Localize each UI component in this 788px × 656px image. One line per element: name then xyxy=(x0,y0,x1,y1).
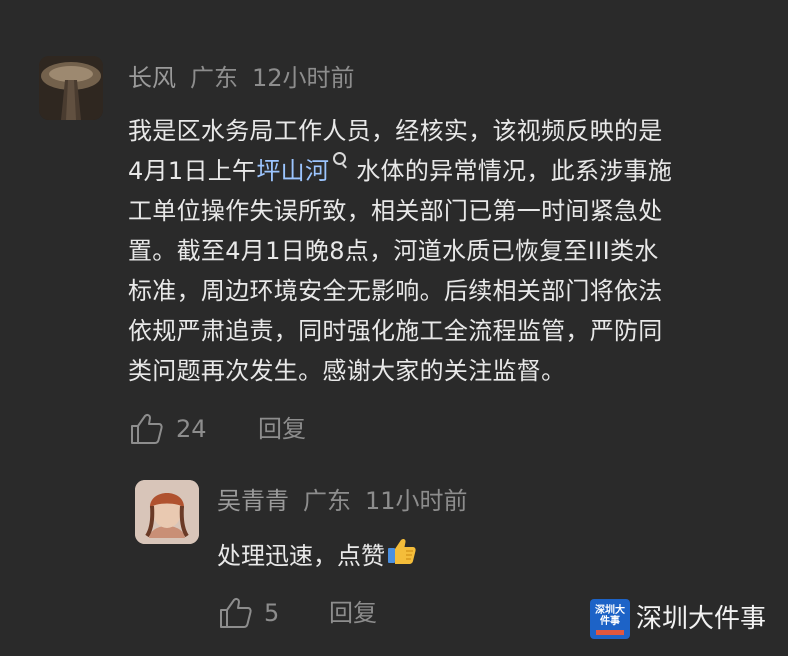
reply-like-count: 5 xyxy=(264,599,280,627)
avatar[interactable] xyxy=(39,56,103,120)
reply-timestamp: 11小时前 xyxy=(365,487,468,515)
comment-text: 水体的异常情况，此系涉事施 xyxy=(356,157,673,185)
thumbs-up-outline-icon[interactable] xyxy=(219,597,253,636)
reply-actions: 5 回复 xyxy=(219,597,419,631)
thumbs-up-emoji-icon xyxy=(387,537,417,577)
comment-line: 我是区水务局工作人员，经核实，该视频反映的是 xyxy=(128,117,663,145)
comment-header: 长风 广东 12小时前 xyxy=(128,63,355,93)
comment-line: 标准，周边环境安全无影响。后续相关部门将依法 xyxy=(128,277,663,305)
like-count: 24 xyxy=(176,415,207,443)
brand-logo-text: 深圳大件事 xyxy=(595,605,625,627)
comment-line: 依规严肃追责，同时强化施工全流程监管，严防同 xyxy=(128,317,663,345)
search-icon xyxy=(333,152,347,165)
watermark: 深圳大件事 深圳大件事 xyxy=(590,599,766,639)
reply-header: 吴青青 广东 11小时前 xyxy=(217,486,468,516)
location-label: 广东 xyxy=(190,64,238,92)
brand-name: 深圳大件事 xyxy=(636,604,767,634)
reply-username[interactable]: 吴青青 xyxy=(217,487,289,515)
comment-line: 置。截至4月1日晚8点，河道水质已恢复至III类水 xyxy=(128,237,659,265)
comment-actions: 24 回复 xyxy=(130,413,350,447)
comment-line: 类问题再次发生。感谢大家的关注监督。 xyxy=(128,357,566,385)
thumbs-up-outline-icon[interactable] xyxy=(130,413,164,452)
comment-text: 4月1日上午 xyxy=(128,157,257,185)
reply-body: 处理迅速，点赞 xyxy=(217,536,417,577)
reply-text: 处理迅速，点赞 xyxy=(217,542,385,570)
comment-line: 工单位操作失误所致，相关部门已第一时间紧急处 xyxy=(128,197,663,225)
reply-avatar[interactable] xyxy=(135,480,199,544)
reply-reply-button[interactable]: 回复 xyxy=(329,598,377,628)
avatar-image xyxy=(135,480,199,544)
timestamp: 12小时前 xyxy=(252,64,355,92)
username[interactable]: 长风 xyxy=(128,64,176,92)
reply-location-label: 广东 xyxy=(303,487,351,515)
avatar-image xyxy=(39,56,103,120)
comment-line-with-link: 4月1日上午坪山河 水体的异常情况，此系涉事施 xyxy=(128,151,768,191)
comment-thread: 长风 广东 12小时前 我是区水务局工作人员，经核实，该视频反映的是 4月1日上午坪… xyxy=(0,0,788,656)
comment-body: 我是区水务局工作人员，经核实，该视频反映的是 4月1日上午坪山河 水体的异常情况，… xyxy=(128,111,768,391)
reply-button[interactable]: 回复 xyxy=(258,414,306,444)
brand-logo: 深圳大件事 xyxy=(590,599,630,639)
search-link[interactable]: 坪山河 xyxy=(256,157,329,185)
